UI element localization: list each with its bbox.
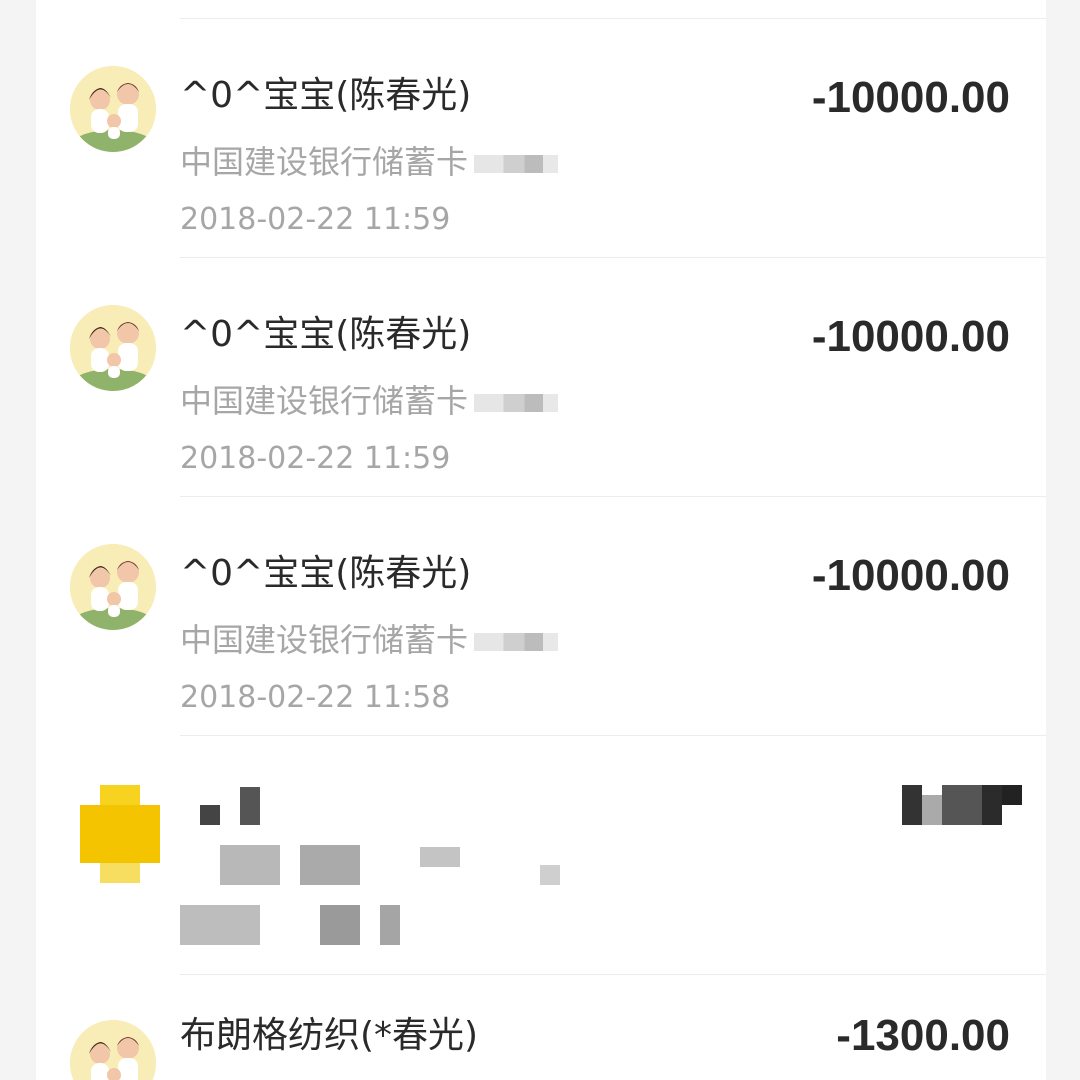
redacted-subtitle [540,865,560,885]
transaction-row[interactable]: ^0^宝宝(陈春光) 中国建设银行储蓄卡 2018-02-22 11:58 -1… [36,498,1046,736]
top-divider [180,18,1046,19]
transaction-list-page: ^0^宝宝(陈春光) 中国建设银行储蓄卡 2018-02-22 11:59 -1… [0,0,1080,1080]
redacted-time [380,905,400,945]
transaction-title: ^0^宝宝(陈春光) [180,553,472,594]
couple-avatar-icon [70,544,156,630]
transaction-account-label: 中国建设银行储蓄卡 [180,621,469,659]
yellow-merchant-icon [80,785,160,885]
redacted-card-number [474,633,559,651]
transaction-amount: -10000.00 [811,312,1010,361]
row-divider [180,974,1046,975]
transaction-amount: -1300.00 [836,1011,1010,1060]
redacted-subtitle [300,845,360,885]
redacted-subtitle [420,847,460,867]
redacted-card-number [474,155,559,173]
redacted-amount [982,785,1002,825]
redacted-time [180,905,260,945]
redacted-transaction-row[interactable] [36,737,1046,975]
transaction-account-label: 中国建设银行储蓄卡 [180,143,469,181]
row-divider [180,735,1046,736]
transaction-time: 2018-02-22 11:58 [180,680,451,715]
transaction-account-label: 中国建设银行储蓄卡 [180,382,469,420]
transaction-account: 中国建设银行储蓄卡 [180,381,559,421]
redacted-amount [1002,785,1022,805]
redacted-subtitle [220,845,280,885]
row-divider [180,496,1046,497]
transaction-row[interactable]: ^0^宝宝(陈春光) 中国建设银行储蓄卡 2018-02-22 11:59 -1… [36,20,1046,258]
transaction-row[interactable]: 布朗格纺织(*春光) -1300.00 [36,976,1046,1080]
couple-avatar-icon [70,66,156,152]
transaction-title: ^0^宝宝(陈春光) [180,75,472,116]
transaction-row[interactable]: ^0^宝宝(陈春光) 中国建设银行储蓄卡 2018-02-22 11:59 -1… [36,259,1046,497]
transaction-title: ^0^宝宝(陈春光) [180,314,472,355]
transaction-time: 2018-02-22 11:59 [180,202,451,237]
transaction-title: 布朗格纺织(*春光) [180,1015,479,1056]
transaction-amount: -10000.00 [811,73,1010,122]
redacted-amount [922,795,942,825]
couple-avatar-icon [70,1020,156,1080]
redacted-title [200,805,220,825]
transaction-amount: -10000.00 [811,551,1010,600]
transaction-account: 中国建设银行储蓄卡 [180,142,559,182]
couple-avatar-icon [70,305,156,391]
redacted-title [240,787,260,825]
row-divider [180,257,1046,258]
transaction-account: 中国建设银行储蓄卡 [180,620,559,660]
redacted-time [320,905,360,945]
transaction-time: 2018-02-22 11:59 [180,441,451,476]
redacted-amount [902,785,922,825]
redacted-card-number [474,394,559,412]
redacted-amount [942,785,982,825]
